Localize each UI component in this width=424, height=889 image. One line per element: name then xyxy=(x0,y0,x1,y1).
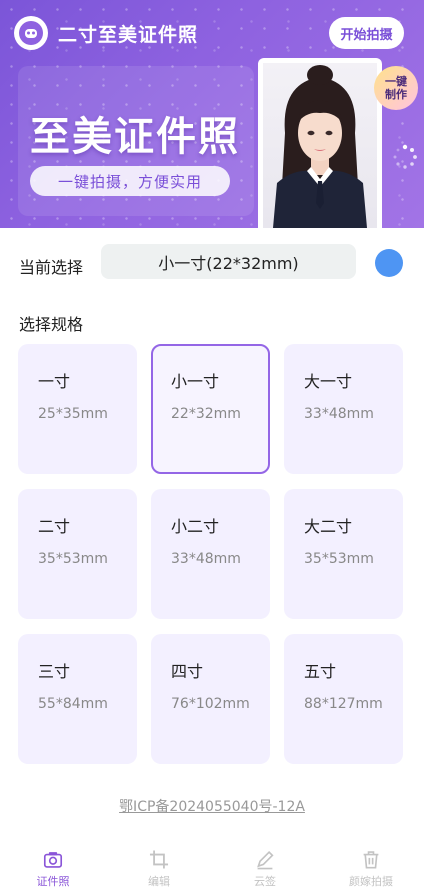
spec-size: 76*102mm xyxy=(171,696,250,712)
spec-size: 33*48mm xyxy=(171,551,241,567)
spec-card[interactable]: 三寸 55*84mm xyxy=(18,634,137,764)
spec-name: 四寸 xyxy=(171,662,204,681)
tab-label: 编辑 xyxy=(148,875,170,888)
spec-card[interactable]: 小二寸 33*48mm xyxy=(151,489,270,619)
spec-card[interactable]: 小一寸 22*32mm xyxy=(151,344,270,474)
spec-grid: 一寸 25*35mm 小一寸 22*32mm 大一寸 33*48mm 二寸 35*53mm 小二… xyxy=(18,344,404,764)
hero-banner: 二寸至美证件照 开始拍摄 至美证件照 一键拍摄，方便实用 一键 制作 xyxy=(0,0,424,228)
spec-name: 大二寸 xyxy=(304,517,353,536)
spec-size: 35*53mm xyxy=(38,551,108,567)
loading-spinner-icon xyxy=(393,144,417,169)
spec-card[interactable]: 大二寸 35*53mm xyxy=(284,489,403,619)
spec-size: 35*53mm xyxy=(304,551,374,567)
spec-size: 22*32mm xyxy=(171,406,241,422)
tab-id-photo[interactable]: 证件照 xyxy=(0,838,106,889)
current-selection-label: 当前选择 xyxy=(19,258,84,277)
portrait-image xyxy=(263,63,377,228)
trash-icon xyxy=(363,851,379,869)
start-shooting-button[interactable]: 开始拍摄 xyxy=(329,17,404,49)
app-title: 二寸至美证件照 xyxy=(58,24,199,46)
hero-subtitle: 一键拍摄，方便实用 xyxy=(30,166,230,196)
icp-license-link[interactable]: 鄂ICP备2024055040号-12A xyxy=(0,796,424,816)
tab-edit[interactable]: 编辑 xyxy=(106,838,212,889)
current-selection-value[interactable]: 小一寸(22*32mm) xyxy=(101,244,356,279)
spec-card[interactable]: 四寸 76*102mm xyxy=(151,634,270,764)
spec-name: 小一寸 xyxy=(171,372,220,391)
spec-card[interactable]: 一寸 25*35mm xyxy=(18,344,137,474)
spec-size: 33*48mm xyxy=(304,406,374,422)
tab-label: 证件照 xyxy=(36,875,70,888)
crop-icon xyxy=(149,850,169,869)
camera-icon xyxy=(43,852,63,868)
spec-name: 一寸 xyxy=(38,372,71,391)
spec-name: 五寸 xyxy=(304,662,337,681)
tab-sign[interactable]: 云签 xyxy=(212,838,318,889)
current-selection-row: 当前选择 小一寸(22*32mm) xyxy=(0,230,424,292)
bottom-tab-bar: 证件照 编辑 云签 颜嫁拍摄 xyxy=(0,838,424,889)
spec-name: 小二寸 xyxy=(171,517,220,536)
spec-card[interactable]: 二寸 35*53mm xyxy=(18,489,137,619)
tab-label: 云签 xyxy=(254,875,276,888)
tab-other-shoot[interactable]: 颜嫁拍摄 xyxy=(318,838,424,889)
sample-photo xyxy=(258,58,382,228)
spec-size: 88*127mm xyxy=(304,696,383,712)
spec-name: 大一寸 xyxy=(304,372,353,391)
spec-card[interactable]: 大一寸 33*48mm xyxy=(284,344,403,474)
spec-section-title: 选择规格 xyxy=(19,315,84,334)
one-click-badge: 一键 制作 xyxy=(374,66,418,110)
spec-name: 二寸 xyxy=(38,517,71,536)
app-logo-icon xyxy=(14,16,48,50)
spec-card[interactable]: 五寸 88*127mm xyxy=(284,634,403,764)
background-color-swatch[interactable] xyxy=(375,249,403,277)
spec-size: 25*35mm xyxy=(38,406,108,422)
tab-label: 颜嫁拍摄 xyxy=(349,875,393,888)
spec-name: 三寸 xyxy=(38,662,71,681)
spec-size: 55*84mm xyxy=(38,696,108,712)
pen-icon xyxy=(257,850,274,870)
hero-title: 至美证件照 xyxy=(30,114,240,160)
